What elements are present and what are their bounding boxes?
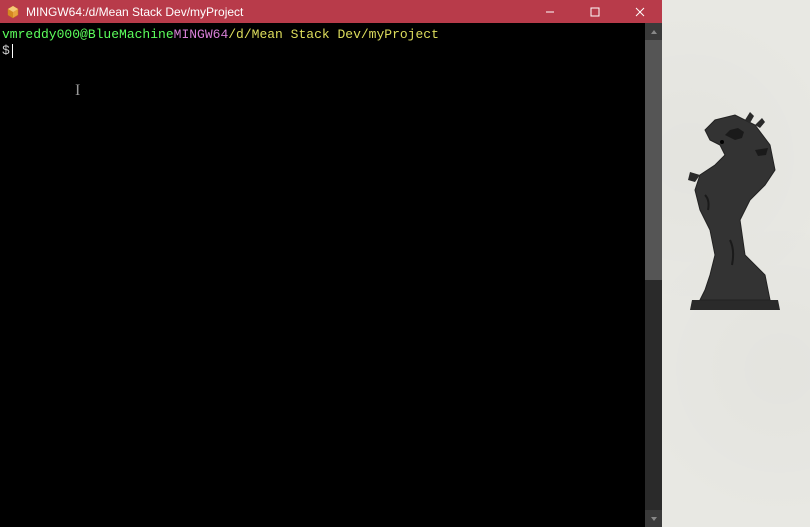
desktop-background <box>660 0 810 527</box>
prompt-symbol: $ <box>2 43 10 59</box>
terminal-text-area[interactable]: vmreddy000@BlueMachine MINGW64 /d/Mean S… <box>0 23 645 527</box>
window-controls <box>527 0 662 23</box>
maximize-button[interactable] <box>572 0 617 23</box>
input-line[interactable]: $ <box>2 43 643 59</box>
prompt-line: vmreddy000@BlueMachine MINGW64 /d/Mean S… <box>2 27 643 43</box>
close-button[interactable] <box>617 0 662 23</box>
dragon-chess-piece-icon <box>670 100 800 320</box>
text-cursor <box>12 44 13 58</box>
prompt-path: /d/Mean Stack Dev/myProject <box>228 27 439 43</box>
title-left: MINGW64:/d/Mean Stack Dev/myProject <box>6 5 243 19</box>
prompt-user: vmreddy000@BlueMachine <box>2 27 174 43</box>
window-title: MINGW64:/d/Mean Stack Dev/myProject <box>26 5 243 19</box>
minimize-button[interactable] <box>527 0 572 23</box>
scrollbar[interactable] <box>645 23 662 527</box>
terminal-window: MINGW64:/d/Mean Stack Dev/myProject vmre… <box>0 0 662 527</box>
title-bar[interactable]: MINGW64:/d/Mean Stack Dev/myProject <box>0 0 662 23</box>
scroll-up-button[interactable] <box>645 23 662 40</box>
scroll-down-button[interactable] <box>645 510 662 527</box>
mouse-ibeam-cursor: I <box>75 83 80 99</box>
scroll-thumb[interactable] <box>645 40 662 280</box>
prompt-env: MINGW64 <box>174 27 229 43</box>
terminal-content: vmreddy000@BlueMachine MINGW64 /d/Mean S… <box>0 23 662 527</box>
scroll-track[interactable] <box>645 40 662 510</box>
app-icon <box>6 5 20 19</box>
